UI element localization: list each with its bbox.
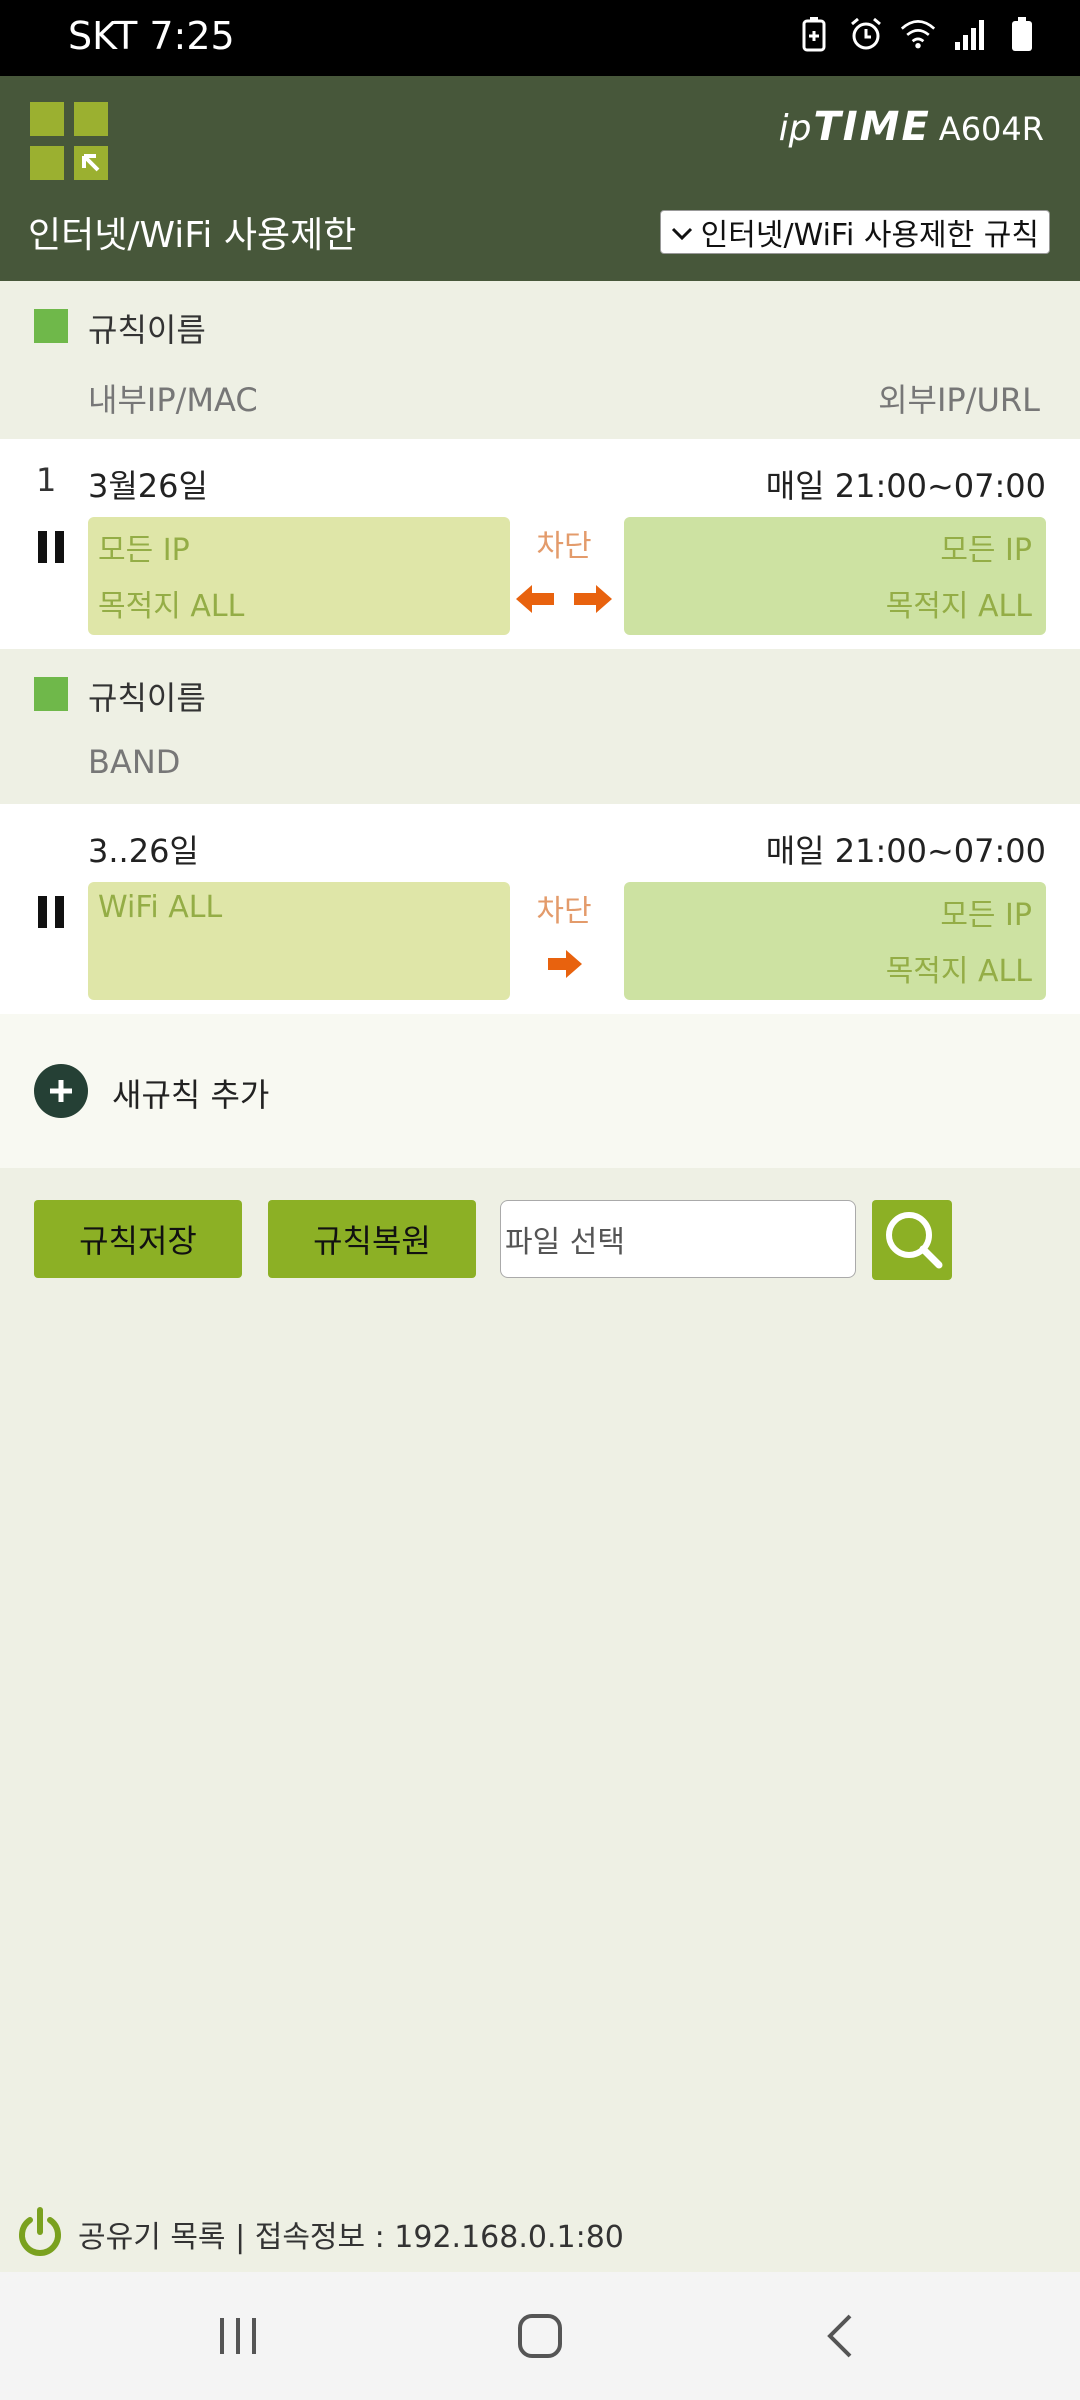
destination-target: 목적지 ALL [885,589,1032,624]
rule-schedule: 매일 21:00~07:00 [765,467,1046,505]
internal-ip-mac-label: 내부IP/MAC [88,381,258,419]
rule-row-1[interactable]: 1 3월26일 매일 21:00~07:00 모든 IP 목적지 ALL 차단 … [0,439,1080,649]
search-icon [879,1205,945,1275]
pause-icon[interactable] [38,531,66,563]
carrier-time: SKT 7:25 [68,14,235,58]
rule-action: 차단 [536,529,592,564]
file-select-placeholder: 파일 선택 [505,1225,625,1260]
column-legend: 규칙이름 내부IP/MAC 외부IP/URL [0,281,1080,439]
search-button[interactable] [872,1200,952,1280]
brand-prefix: ip [778,108,812,149]
battery-icon [1004,14,1040,54]
external-ip-url-label: 외부IP/URL [878,381,1040,419]
rule-name-label: 규칙이름 [88,311,206,349]
back-icon[interactable] [812,2306,872,2366]
add-rule-row[interactable]: 새규칙 추가 [0,1014,1080,1168]
bidirectional-arrow-icon [514,579,614,619]
source-ip: 모든 IP [98,533,190,568]
rule-action: 차단 [536,894,592,929]
source-destination: 목적지 ALL [98,589,245,624]
destination-ip: 모든 IP [940,898,1032,933]
destination-ip: 모든 IP [940,533,1032,568]
power-icon[interactable] [14,2206,66,2260]
rule-name-label: 규칙이름 [88,679,206,717]
chevron-down-icon [671,215,693,250]
brand-name: TIME [813,104,931,150]
brand-logo: ip TIME A604R [779,104,1044,150]
rule-index: 1 [36,461,57,499]
page-title: 인터넷/WiFi 사용제한 [28,215,357,256]
status-bar: SKT 7:25 [0,0,1080,76]
rule-name: 3..26일 [88,832,199,870]
rule-color-marker [34,677,68,711]
signal-icon [952,14,988,54]
wifi-icon [900,14,936,54]
restore-rules-button[interactable]: 규칙복원 [268,1200,476,1278]
app-header: ip TIME A604R 인터넷/WiFi 사용제한 인터넷/WiFi 사용제한… [0,76,1080,281]
right-arrow-icon [514,944,614,984]
destination-target: 목적지 ALL [885,954,1032,989]
rule-row-2[interactable]: 3..26일 매일 21:00~07:00 WiFi ALL 차단 모든 IP … [0,804,1080,1014]
band-label: BAND [88,743,181,781]
rule-source-box[interactable]: 모든 IP 목적지 ALL [88,517,510,635]
model-name: A604R [938,110,1044,148]
battery-saver-icon [796,14,832,54]
plus-circle-icon[interactable] [34,1064,88,1118]
rule-type-select[interactable]: 인터넷/WiFi 사용제한 규칙 [659,210,1050,254]
save-rules-button[interactable]: 규칙저장 [34,1200,242,1278]
alarm-icon [848,14,884,54]
rule-color-marker [34,309,68,343]
source-band: WiFi ALL [98,890,223,925]
rule-destination-box[interactable]: 모든 IP 목적지 ALL [624,882,1046,1000]
home-icon[interactable] [510,2306,570,2366]
rule-name: 3월26일 [88,467,208,505]
recent-apps-icon[interactable] [208,2306,268,2366]
status-icons [796,14,1040,54]
system-nav-bar [0,2272,1080,2400]
footer: 공유기 목록 | 접속정보 : 192.168.0.1:80 [0,2196,1080,2266]
rule-source-box[interactable]: WiFi ALL [88,882,510,1000]
footer-info[interactable]: 공유기 목록 | 접속정보 : 192.168.0.1:80 [78,2212,624,2256]
rule-destination-box[interactable]: 모든 IP 목적지 ALL [624,517,1046,635]
band-legend: 규칙이름 BAND [0,649,1080,804]
file-select-input[interactable]: 파일 선택 [500,1200,856,1278]
add-rule-label[interactable]: 새규칙 추가 [112,1070,269,1116]
rule-schedule: 매일 21:00~07:00 [765,832,1046,870]
pause-icon[interactable] [38,896,66,928]
rule-select-value: 인터넷/WiFi 사용제한 규칙 [700,218,1039,253]
grid-menu-icon[interactable] [30,102,108,180]
